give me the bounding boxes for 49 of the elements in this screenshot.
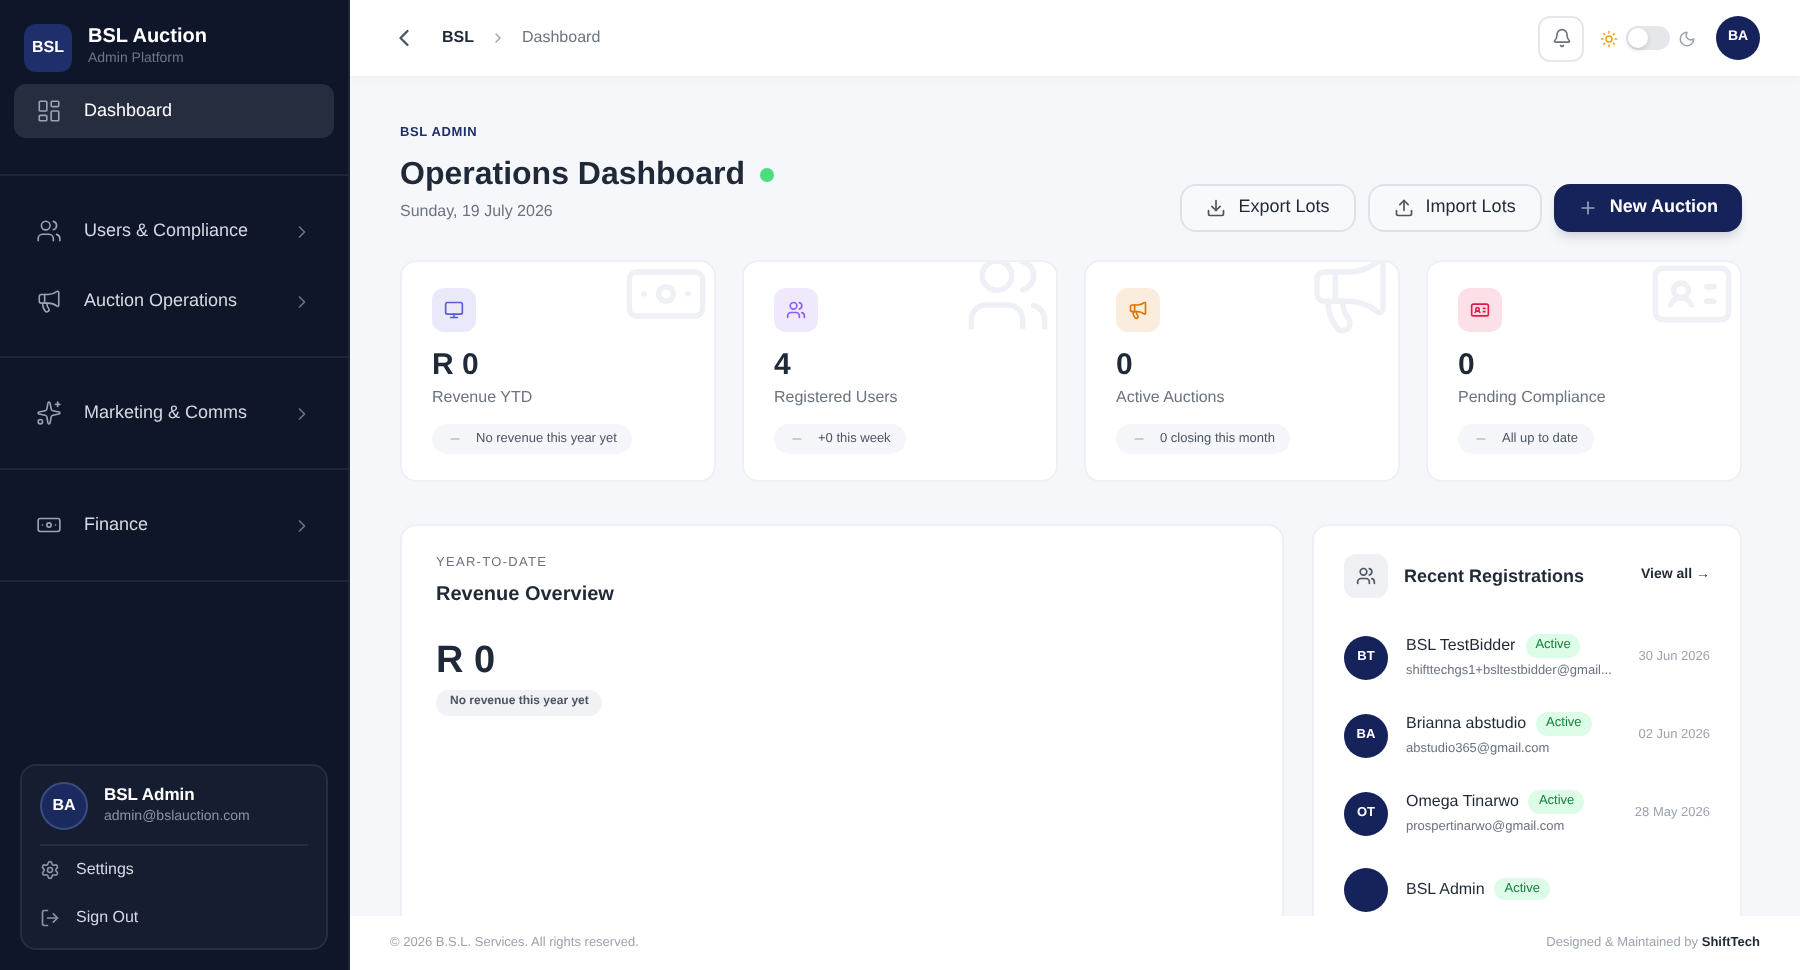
stat-value: 4 <box>774 347 791 385</box>
user-menu-item[interactable]: Settings <box>40 846 308 894</box>
separator-icon <box>490 30 506 46</box>
user-name: Omega Tinarwo <box>1406 789 1519 814</box>
sidebar-item[interactable]: Auction Operations <box>14 274 334 328</box>
revenue-value: R 0 <box>436 638 496 686</box>
notifications-button[interactable] <box>1538 15 1584 61</box>
sparkles-icon <box>36 400 62 426</box>
stat-label: Active Auctions <box>1116 385 1225 409</box>
stat-value: 0 <box>1116 347 1133 385</box>
theme-toggle[interactable] <box>1626 26 1670 50</box>
sign-out-icon <box>40 908 60 928</box>
bell-icon <box>1551 28 1571 48</box>
users-icon <box>1356 566 1376 587</box>
action-button[interactable]: New Auction <box>1553 183 1742 232</box>
brand-logo: BSL <box>24 24 72 72</box>
user-name: Brianna abstudio <box>1406 712 1527 736</box>
banknote-icon <box>36 512 62 538</box>
stat-label: Revenue YTD <box>432 385 533 409</box>
avatar <box>1344 867 1388 911</box>
user-menu-item[interactable]: Sign Out <box>40 894 308 942</box>
upload-icon <box>1393 197 1414 218</box>
plus-icon <box>1577 197 1598 218</box>
card-title: Recent Registrations <box>1404 563 1587 590</box>
stat-label: Pending Compliance <box>1458 385 1606 409</box>
user-name: BSL Admin <box>104 782 197 809</box>
user-name: BSL Admin <box>1406 877 1485 901</box>
sun-icon <box>1600 29 1618 47</box>
sidebar-item[interactable]: Marketing & Comms <box>14 386 334 440</box>
breadcrumb-link[interactable]: BSL <box>442 26 474 50</box>
action-button[interactable]: Import Lots <box>1367 183 1542 232</box>
stat-value: 0 <box>1458 347 1475 385</box>
card-title: Revenue Overview <box>436 582 614 610</box>
sidebar-item[interactable]: Finance <box>14 498 334 552</box>
stat-label: Registered Users <box>774 385 898 409</box>
action-button[interactable]: Export Lots <box>1180 183 1356 232</box>
user-name: BSL TestBidder <box>1406 634 1516 659</box>
sidebar-item[interactable]: Dashboard <box>14 84 334 138</box>
brand-name: BSL Auction <box>88 26 207 51</box>
page-title: Operations Dashboard <box>400 155 745 196</box>
download-icon <box>1206 197 1227 218</box>
sidebar-item[interactable]: Users & Compliance <box>14 204 334 258</box>
megaphone-icon <box>36 288 62 314</box>
stat-value: R 0 <box>432 347 479 385</box>
moon-icon <box>1678 29 1696 47</box>
page-date: Sunday, 19 July 2026 <box>400 199 555 224</box>
settings-icon <box>40 860 60 880</box>
users-icon <box>36 218 62 244</box>
avatar: BA <box>40 782 88 830</box>
